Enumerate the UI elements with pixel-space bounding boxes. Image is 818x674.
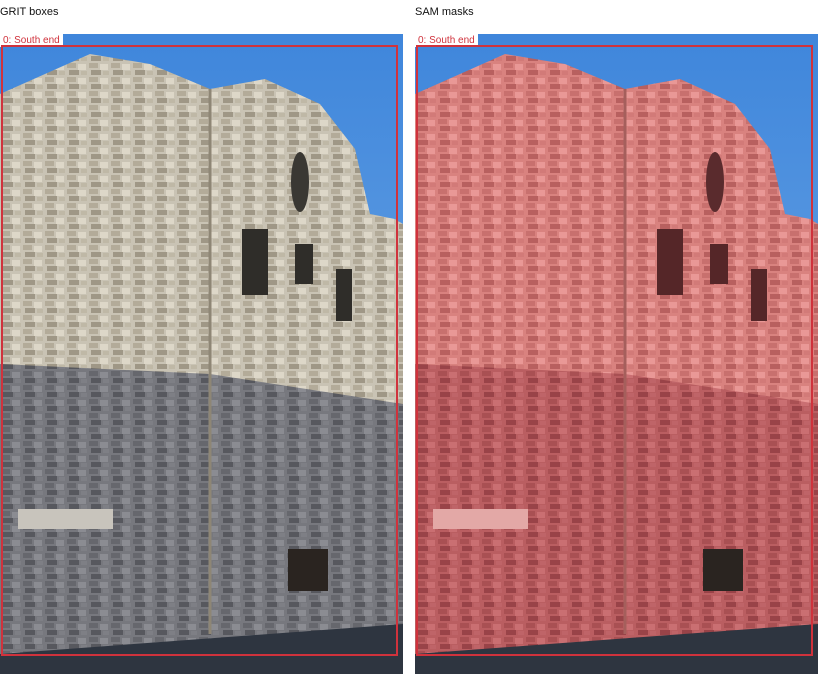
bounding-box <box>1 45 398 656</box>
grit-panel: 0: South end <box>0 34 403 674</box>
sam-panel: 0: South end <box>415 34 818 674</box>
bounding-box <box>416 45 813 656</box>
panel-title-grit: GRIT boxes <box>0 6 59 18</box>
panel-title-sam: SAM masks <box>415 6 474 18</box>
